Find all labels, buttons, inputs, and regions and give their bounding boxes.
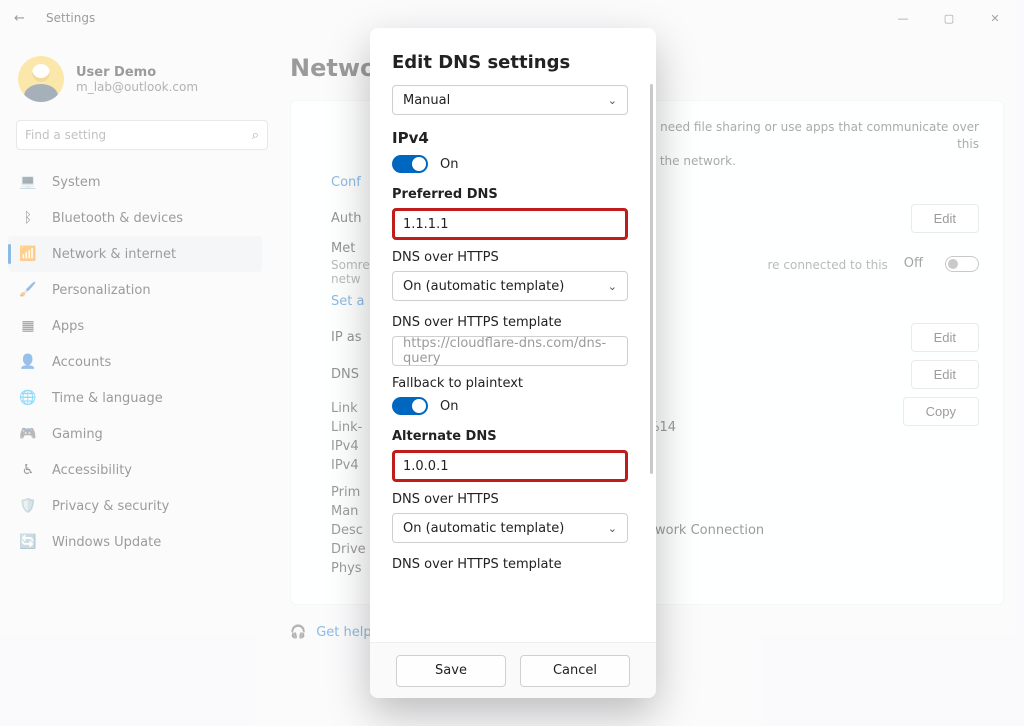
sidebar-item-3[interactable]: 🖌️ Personalization: [8, 272, 262, 308]
ipv4-toggle[interactable]: [392, 155, 428, 173]
doh-template-placeholder: https://cloudflare-dns.com/dns-query: [403, 336, 617, 366]
nav-icon: 👤: [20, 354, 36, 370]
nav-icon: 🖌️: [20, 282, 36, 298]
fallback-toggle[interactable]: [392, 397, 428, 415]
sidebar-item-label: Windows Update: [52, 535, 161, 550]
sidebar-item-net[interactable]: 📶 Network & internet: [8, 236, 262, 272]
nav-icon: 🌐: [20, 390, 36, 406]
minimize-button[interactable]: —: [880, 2, 926, 34]
help-label: Get help: [316, 625, 371, 640]
avatar: [18, 56, 64, 102]
sidebar-item-label: Network & internet: [52, 247, 176, 262]
sidebar-item-label: Time & language: [52, 391, 163, 406]
dns-mode-select[interactable]: Manual ⌄: [392, 85, 628, 115]
preferred-dns-value: 1.1.1.1: [403, 217, 448, 232]
net-icon: 📶: [20, 246, 36, 262]
edit-ip-button[interactable]: Edit: [911, 323, 979, 352]
doh-template-input[interactable]: https://cloudflare-dns.com/dns-query: [392, 336, 628, 366]
preferred-dns-input[interactable]: 1.1.1.1: [392, 208, 628, 240]
close-button[interactable]: ✕: [972, 2, 1018, 34]
profile-block[interactable]: User Demo m_lab@outlook.com: [8, 50, 262, 118]
edit-auth-button[interactable]: Edit: [911, 204, 979, 233]
nav-icon: 💻: [20, 174, 36, 190]
edit-dns-dialog: Edit DNS settings Manual ⌄ IPv4 On Prefe…: [370, 28, 656, 698]
doh-template-label: DNS over HTTPS template: [392, 315, 634, 330]
sidebar-item-7[interactable]: 🎮 Gaming: [8, 416, 262, 452]
alternate-dns-input[interactable]: 1.0.0.1: [392, 450, 628, 482]
bt-icon: ᛒ: [20, 210, 36, 226]
ipv4-on-label: On: [440, 157, 458, 172]
save-button[interactable]: Save: [396, 655, 506, 687]
sidebar-item-label: Accessibility: [52, 463, 132, 478]
sidebar-item-0[interactable]: 💻 System: [8, 164, 262, 200]
window-title: Settings: [46, 11, 95, 25]
cancel-button[interactable]: Cancel: [520, 655, 630, 687]
sidebar-item-label: Accounts: [52, 355, 111, 370]
nav-icon: 🎮: [20, 426, 36, 442]
doh-mode-value: On (automatic template): [403, 279, 564, 294]
search-placeholder: Find a setting: [25, 128, 106, 142]
copy-button[interactable]: Copy: [903, 397, 979, 426]
profile-email: m_lab@outlook.com: [76, 80, 198, 94]
metered-off-text: Off: [904, 256, 923, 271]
chevron-down-icon: ⌄: [608, 280, 617, 293]
nav-icon: ▦: [20, 318, 36, 334]
nav-icon: 🔄: [20, 534, 36, 550]
scrollbar[interactable]: [650, 84, 653, 474]
sidebar-item-10[interactable]: 🔄 Windows Update: [8, 524, 262, 560]
dialog-title: Edit DNS settings: [392, 52, 634, 73]
doh-label: DNS over HTTPS: [392, 250, 634, 265]
sidebar-item-label: Personalization: [52, 283, 151, 298]
nav-icon: ♿: [20, 462, 36, 478]
back-button[interactable]: ←: [14, 11, 46, 26]
doh2-mode-select[interactable]: On (automatic template) ⌄: [392, 513, 628, 543]
doh2-template-label: DNS over HTTPS template: [392, 557, 634, 572]
dns-mode-value: Manual: [403, 93, 450, 108]
sidebar-item-5[interactable]: 👤 Accounts: [8, 344, 262, 380]
sidebar-item-label: Privacy & security: [52, 499, 169, 514]
chevron-down-icon: ⌄: [608, 522, 617, 535]
metered-toggle[interactable]: [945, 256, 979, 272]
connected-tail: re connected to this: [768, 258, 888, 272]
search-icon: ⌕: [252, 128, 259, 143]
edit-dns-button[interactable]: Edit: [911, 360, 979, 389]
doh-mode-select[interactable]: On (automatic template) ⌄: [392, 271, 628, 301]
sidebar-item-bt[interactable]: ᛒ Bluetooth & devices: [8, 200, 262, 236]
sidebar-item-label: Gaming: [52, 427, 103, 442]
sidebar-item-label: Bluetooth & devices: [52, 211, 183, 226]
fallback-label: Fallback to plaintext: [392, 376, 634, 391]
fallback-on-label: On: [440, 399, 458, 414]
sidebar-item-label: System: [52, 175, 100, 190]
doh2-label: DNS over HTTPS: [392, 492, 634, 507]
sidebar-item-9[interactable]: 🛡️ Privacy & security: [8, 488, 262, 524]
help-icon: 🎧: [290, 625, 306, 640]
sidebar-item-8[interactable]: ♿ Accessibility: [8, 452, 262, 488]
chevron-down-icon: ⌄: [608, 94, 617, 107]
sidebar-item-4[interactable]: ▦ Apps: [8, 308, 262, 344]
alternate-dns-label: Alternate DNS: [392, 429, 634, 444]
alternate-dns-value: 1.0.0.1: [403, 459, 448, 474]
maximize-button[interactable]: ▢: [926, 2, 972, 34]
sidebar: User Demo m_lab@outlook.com Find a setti…: [0, 44, 270, 566]
sidebar-item-label: Apps: [52, 319, 84, 334]
search-input[interactable]: Find a setting ⌕: [16, 120, 268, 150]
ipv4-section: IPv4: [392, 129, 634, 147]
sidebar-item-6[interactable]: 🌐 Time & language: [8, 380, 262, 416]
profile-name: User Demo: [76, 65, 198, 80]
nav-icon: 🛡️: [20, 498, 36, 514]
doh2-mode-value: On (automatic template): [403, 521, 564, 536]
preferred-dns-label: Preferred DNS: [392, 187, 634, 202]
